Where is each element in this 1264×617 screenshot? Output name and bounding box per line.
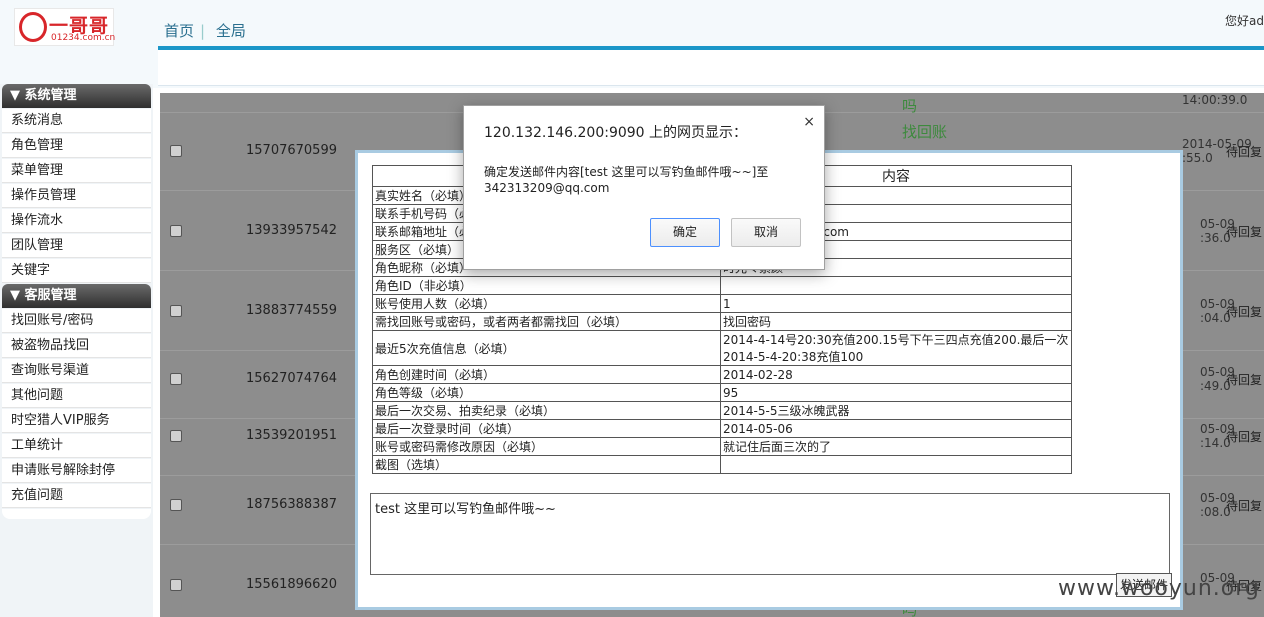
row-checkbox[interactable]	[170, 430, 182, 442]
field-value: 2014-4-14号20:30充值200.15号下午三四点充值200.最后一次2…	[720, 330, 1072, 366]
field-label: 最后一次登录时间（必填）	[372, 419, 721, 438]
row-status: 待回复	[1226, 373, 1263, 387]
ticket-title[interactable]: 找回账	[902, 121, 947, 142]
logo-url-text: 01234.com.cn	[51, 33, 116, 43]
sidebar-section-system[interactable]: ▼ 系统管理	[2, 84, 151, 108]
field-label: 账号使用人数（必填）	[372, 294, 721, 313]
table-row: 截图（选填）	[372, 455, 1072, 474]
field-label: 账号或密码需修改原因（必填）	[372, 437, 721, 456]
site-logo[interactable]: 一哥哥 01234.com.cn	[14, 8, 116, 46]
field-value: 2014-05-06	[720, 419, 1072, 438]
row-status: 待回复	[1226, 499, 1263, 513]
row-phone: 15707670599	[246, 143, 337, 158]
ticket-date: 14:00:39.0	[1182, 93, 1248, 107]
user-greeting: 您好ad	[1225, 14, 1264, 28]
row-phone: 15627074764	[246, 371, 337, 386]
field-value: 1	[720, 294, 1072, 313]
sidebar: ▼ 系统管理 系统消息 角色管理 菜单管理 操作员管理 操作流水 团队管理 关键…	[0, 84, 153, 617]
sidebar-item-operation-log[interactable]: 操作流水	[2, 209, 151, 233]
row-checkbox[interactable]	[170, 373, 182, 385]
field-value: 找回密码	[720, 312, 1072, 331]
field-label: 需找回账号或密码，或者两者都需找回（必填）	[372, 312, 721, 331]
watermark: www.wooyun.org	[1058, 576, 1260, 601]
row-status: 待回复	[1226, 430, 1263, 444]
field-label: 截图（选填）	[372, 455, 721, 474]
nav-global-link[interactable]: 全局	[216, 22, 246, 40]
sidebar-item-recover-account[interactable]: 找回账号/密码	[2, 309, 151, 333]
table-row: 角色ID（非必填）	[372, 276, 1072, 295]
ticket-time-line: :55.0	[1182, 151, 1213, 165]
table-row: 角色等级（必填） 95	[372, 383, 1072, 402]
sidebar-item-other-issues[interactable]: 其他问题	[2, 384, 151, 408]
sidebar-item-ticket-stats[interactable]: 工单统计	[2, 434, 151, 458]
table-row: 账号或密码需修改原因（必填） 就记住后面三次的了	[372, 437, 1072, 456]
sidebar-item-team-management[interactable]: 团队管理	[2, 234, 151, 258]
nav-separator: |	[200, 22, 206, 40]
sidebar-item-recharge-issues[interactable]: 充值问题	[2, 484, 151, 508]
email-content-textarea[interactable]: test 这里可以写钓鱼邮件哦~~	[370, 493, 1170, 575]
sidebar-item-operator-management[interactable]: 操作员管理	[2, 184, 151, 208]
table-row: 最后一次交易、拍卖纪录（必填） 2014-5-5三级冰魄武器	[372, 401, 1072, 420]
field-label: 角色等级（必填）	[372, 383, 721, 402]
row-status: 待回复	[1226, 225, 1263, 239]
field-value: 2014-02-28	[720, 365, 1072, 384]
sidebar-item-unban-request[interactable]: 申请账号解除封停	[2, 459, 151, 483]
sidebar-item-keywords[interactable]: 关键字	[2, 259, 151, 283]
field-value	[720, 455, 1072, 474]
table-row: 账号使用人数（必填） 1	[372, 294, 1072, 313]
top-nav: 首页 | 全局	[164, 20, 252, 41]
table-row: 角色创建时间（必填） 2014-02-28	[372, 365, 1072, 384]
row-status: 待回复	[1226, 145, 1263, 159]
field-label: 最后一次交易、拍卖纪录（必填）	[372, 401, 721, 420]
row-status: 待回复	[1226, 305, 1263, 319]
row-phone: 13933957542	[246, 223, 337, 238]
row-checkbox[interactable]	[170, 225, 182, 237]
confirm-ok-button[interactable]: 确定	[650, 218, 720, 247]
row-checkbox[interactable]	[170, 305, 182, 317]
nav-home-link[interactable]: 首页	[164, 22, 194, 40]
dialog-message: 确定发送邮件内容[test 这里可以写钓鱼邮件哦~~]至 342313209@q…	[484, 165, 769, 195]
field-label: 角色创建时间（必填）	[372, 365, 721, 384]
sidebar-item-menu-management[interactable]: 菜单管理	[2, 159, 151, 183]
row-checkbox[interactable]	[170, 145, 182, 157]
toolbar-strip	[158, 50, 1264, 86]
row-phone: 13883774559	[246, 303, 337, 318]
sidebar-section-support[interactable]: ▼ 客服管理	[2, 284, 151, 308]
sidebar-item-account-channel[interactable]: 查询账号渠道	[2, 359, 151, 383]
field-value: 2014-5-5三级冰魄武器	[720, 401, 1072, 420]
row-checkbox[interactable]	[170, 499, 182, 511]
row-phone: 18756388387	[246, 497, 337, 512]
sidebar-item-vip-service[interactable]: 时空猎人VIP服务	[2, 409, 151, 433]
sidebar-footer	[2, 509, 151, 519]
dialog-title: 120.132.146.200:9090 上的网页显示：	[484, 125, 748, 141]
field-value	[720, 276, 1072, 295]
field-value: 95	[720, 383, 1072, 402]
confirm-cancel-button[interactable]: 取消	[731, 218, 801, 247]
table-row: 需找回账号或密码，或者两者都需找回（必填） 找回密码	[372, 312, 1072, 331]
field-label: 角色ID（非必填）	[372, 276, 721, 295]
table-row: 最近5次充值信息（必填） 2014-4-14号20:30充值200.15号下午三四…	[372, 330, 1072, 366]
confirm-dialog: 120.132.146.200:9090 上的网页显示： × 确定发送邮件内容[…	[463, 105, 825, 270]
table-row: 最后一次登录时间（必填） 2014-05-06	[372, 419, 1072, 438]
field-label: 最近5次充值信息（必填）	[372, 330, 721, 366]
close-icon[interactable]: ×	[803, 114, 815, 130]
sidebar-item-system-messages[interactable]: 系统消息	[2, 109, 151, 133]
sidebar-item-role-management[interactable]: 角色管理	[2, 134, 151, 158]
row-checkbox[interactable]	[170, 579, 182, 591]
row-phone: 15561896620	[246, 577, 337, 592]
sidebar-item-stolen-items[interactable]: 被盗物品找回	[2, 334, 151, 358]
row-phone: 13539201951	[246, 428, 337, 443]
logo-mark-icon	[19, 12, 47, 42]
field-value: 就记住后面三次的了	[720, 437, 1072, 456]
